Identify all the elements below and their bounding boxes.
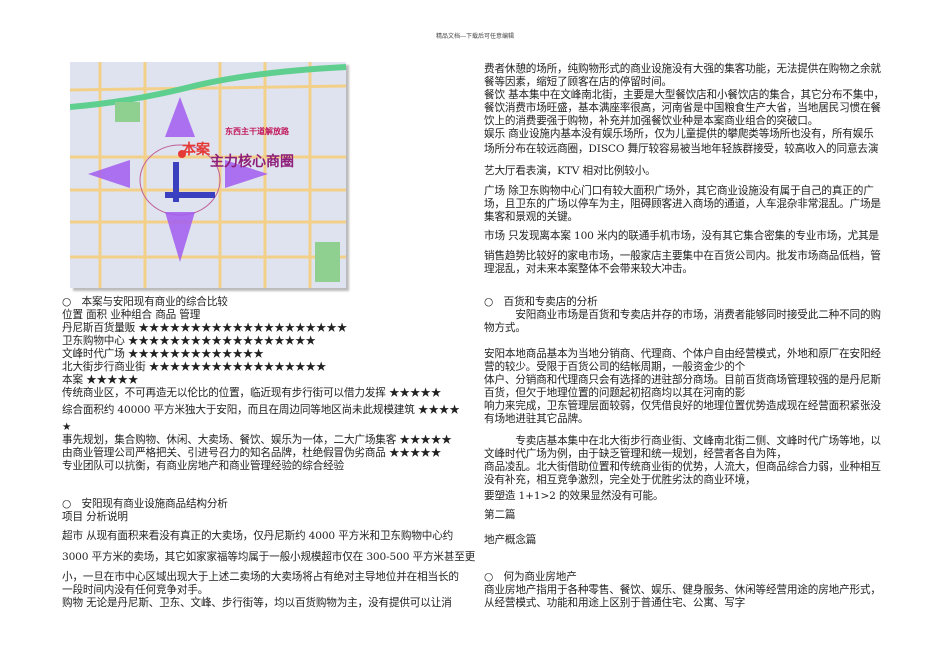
map-core-label: 主力核心商圈 <box>210 153 294 170</box>
map-site-label: 本案 <box>182 141 211 158</box>
left-text-line: 丹尼斯百货量贩 ★★★★★★★★★★★★★★★★★★★★ <box>62 322 348 334</box>
left-text-line: 北大街步行商业街 ★★★★★★★★★★★★★★★★★ <box>62 361 327 373</box>
right-text-line: 销售趋势比较好的家电市场，一般家店主要集中在百货公司内。批发市场商品低档，管 <box>484 250 881 262</box>
left-text-line: 购物 无论是丹尼斯、卫东、文峰、步行街等，均以百货购物为主，没有提供可以让消 <box>62 597 452 609</box>
right-text-line: 安阳商业市场是百货和专卖店并存的市场，消费者能够同时接受此二种不同的购 <box>484 309 881 321</box>
right-text-line: 市场 只发现离本案 100 米内的联通手机市场，没有其它集合密集的专业市场，尤其… <box>484 230 879 242</box>
right-text-line: 体户、分销商和代理商只会有选择的进驻部分商场。目前百货商场管理较强的是丹尼斯 <box>484 374 881 386</box>
left-text-line: 综合面积约 40000 平方米独大于安阳，而且在周边同等地区尚未此规模建筑 ★★… <box>62 404 460 416</box>
right-text-line: ○ 百货和专卖店的分析 <box>484 296 598 308</box>
left-text-line: 小，一旦在市中心区域出现大于上述二卖场的大卖场将占有绝对主导地位并在相当长的 <box>62 571 459 583</box>
right-text-line: 餐饮 基本集中在文峰南北街，主要是大型餐饮店和小餐饮店的集合，其它分布不集中， <box>484 89 885 101</box>
right-text-line: 没有补充，相互竞争激烈，完全处于优胜劣汰的商业环境， <box>484 474 756 486</box>
right-text-line: 专卖店基本集中在北大街步行商业街、文峰南北街二侧、文峰时代广场等地，以 <box>484 435 881 447</box>
right-text-line: 餐等因素，缩短了顾客在店的停留时间。 <box>484 76 672 88</box>
left-text-line: 专业团队可以抗衡，有商业房地产和商业管理经验的综合经验 <box>62 460 344 472</box>
left-text-line: 由商业管理公司严格把关、引进号召力的知名品牌，杜绝假冒伪劣商品 ★★★★★ <box>62 447 442 459</box>
right-text-line: 要塑造 1+1>2 的效果显然没有可能。 <box>484 490 664 502</box>
right-text-line: 地产概念篇 <box>484 534 537 546</box>
right-text-line: 安阳本地商品基本为当地分销商、代理商、个体户自由经营模式，外地和原厂在安阳经 <box>484 348 881 360</box>
left-text-line: 卫东购物中心 ★★★★★★★★★★★★★★★★★★ <box>62 335 316 347</box>
left-text-line: 位置 面积 业种组合 商品 管理 <box>62 309 201 321</box>
left-text-line: ○ 安阳现有商业设施商品结构分析 <box>62 498 228 510</box>
left-text-line: ○ 本案与安阳现有商业的综合比较 <box>62 296 228 308</box>
right-text-line: 物方式。 <box>484 322 526 334</box>
right-text-line: 商品凌乱。北大街借助位置和传统商业街的优势，人流大，但商品综合力弱，业种相互 <box>484 461 881 473</box>
right-text-line: 饮上的消费要强于购物，补充并加强餐饮业种是本案商业组合的突破口。 <box>484 115 819 127</box>
right-text-line: 文峰时代广场为例，由于缺乏管理和统一规划，经营者各自为阵， <box>484 448 787 460</box>
right-text-line: 从经营模式、功能和用途上区别于普通住宅、公寓、写字 <box>484 597 746 609</box>
left-text-line: 文峰时代广场 ★★★★★★★★★★★★★ <box>62 348 264 360</box>
left-text-line: 超市 从现有面积来看没有真正的大卖场，仅丹尼斯约 4000 平方米和卫东购物中心… <box>62 530 454 542</box>
right-text-line: 营的较少。受限于百货公司的结帐周期，一般资金少的个 <box>484 361 746 373</box>
right-text-line: 场所分布在较远商圈，DISCO 舞厅较容易被当地年轻族群接受，较高收入的同意去演 <box>484 143 879 155</box>
left-text-line: ★ <box>62 421 72 433</box>
left-text-line: 一段时间内没有任何竞争对手。 <box>62 584 209 596</box>
right-text-line: 广场 除卫东购物中心门口有较大面积广场外，其它商业设施没有属于自己的真正的广 <box>484 185 874 197</box>
right-text-line: 百货，但欠于地理位置的问题起初招商均以其在河南的影 <box>484 387 746 399</box>
right-text-line: 有场地进驻其它品牌。 <box>484 413 589 425</box>
right-text-line: 娱乐 商业设施内基本没有娱乐场所，仅为儿童提供的攀爬类等场所也没有，所有娱乐 <box>484 128 874 140</box>
left-text-line: 事先规划，集合购物、休闲、大卖场、餐饮、娱乐为一体，二大广场集客 ★★★★★ <box>62 434 452 446</box>
right-text-line: ○ 何为商业房地产 <box>484 571 577 583</box>
right-text-line: 响力来完成，卫东管理层面较弱，仅凭借良好的地理位置优势造成现在经营面积紧张没 <box>484 400 881 412</box>
right-text-line: 艺大厅看表演，KTV 相对比例较小。 <box>484 165 656 177</box>
page-header: 精品文档---下载后可任意编辑 <box>435 33 515 40</box>
right-text-line: 费者休憩的场所，纯购物形式的商业设施没有大强的集客功能，无法提供在购物之余就 <box>484 63 881 75</box>
map-image: 本案 主力核心商圈 东西主干道解放路 <box>69 62 347 288</box>
left-text-line: 3000 平方米的卖场，其它如家家福等均属于一般小规模超市仅在 300-500 … <box>62 551 476 563</box>
left-text-line: 传统商业区，不可再造无以伦比的位置，临近现有步行街可以借力发挥 ★★★★★ <box>62 387 442 399</box>
right-text-line: 集客和景观的关键。 <box>484 211 578 223</box>
right-text-line: 餐饮消费市场旺盛，基本满座率很高，河南省是中国粮食生产大省，当地居民习惯在餐 <box>484 102 881 114</box>
left-text-line: 本案 ★★★★★ <box>62 374 139 386</box>
left-text-line: 项目 分析说明 <box>62 511 128 523</box>
right-text-line: 理混乱，对未来本案整体不会带来较大冲击。 <box>484 263 693 275</box>
right-text-line: 第二篇 <box>484 509 516 521</box>
map-road-label: 东西主干道解放路 <box>225 126 290 136</box>
right-text-line: 场，且卫东的广场以停车为主，阻碍顾客进入商场的通道，人车混杂非常混乱。广场是 <box>484 198 881 210</box>
right-text-line: 商业房地产指用于各种零售、餐饮、娱乐、健身服务、休闲等经营用途的房地产形式， <box>484 584 881 596</box>
